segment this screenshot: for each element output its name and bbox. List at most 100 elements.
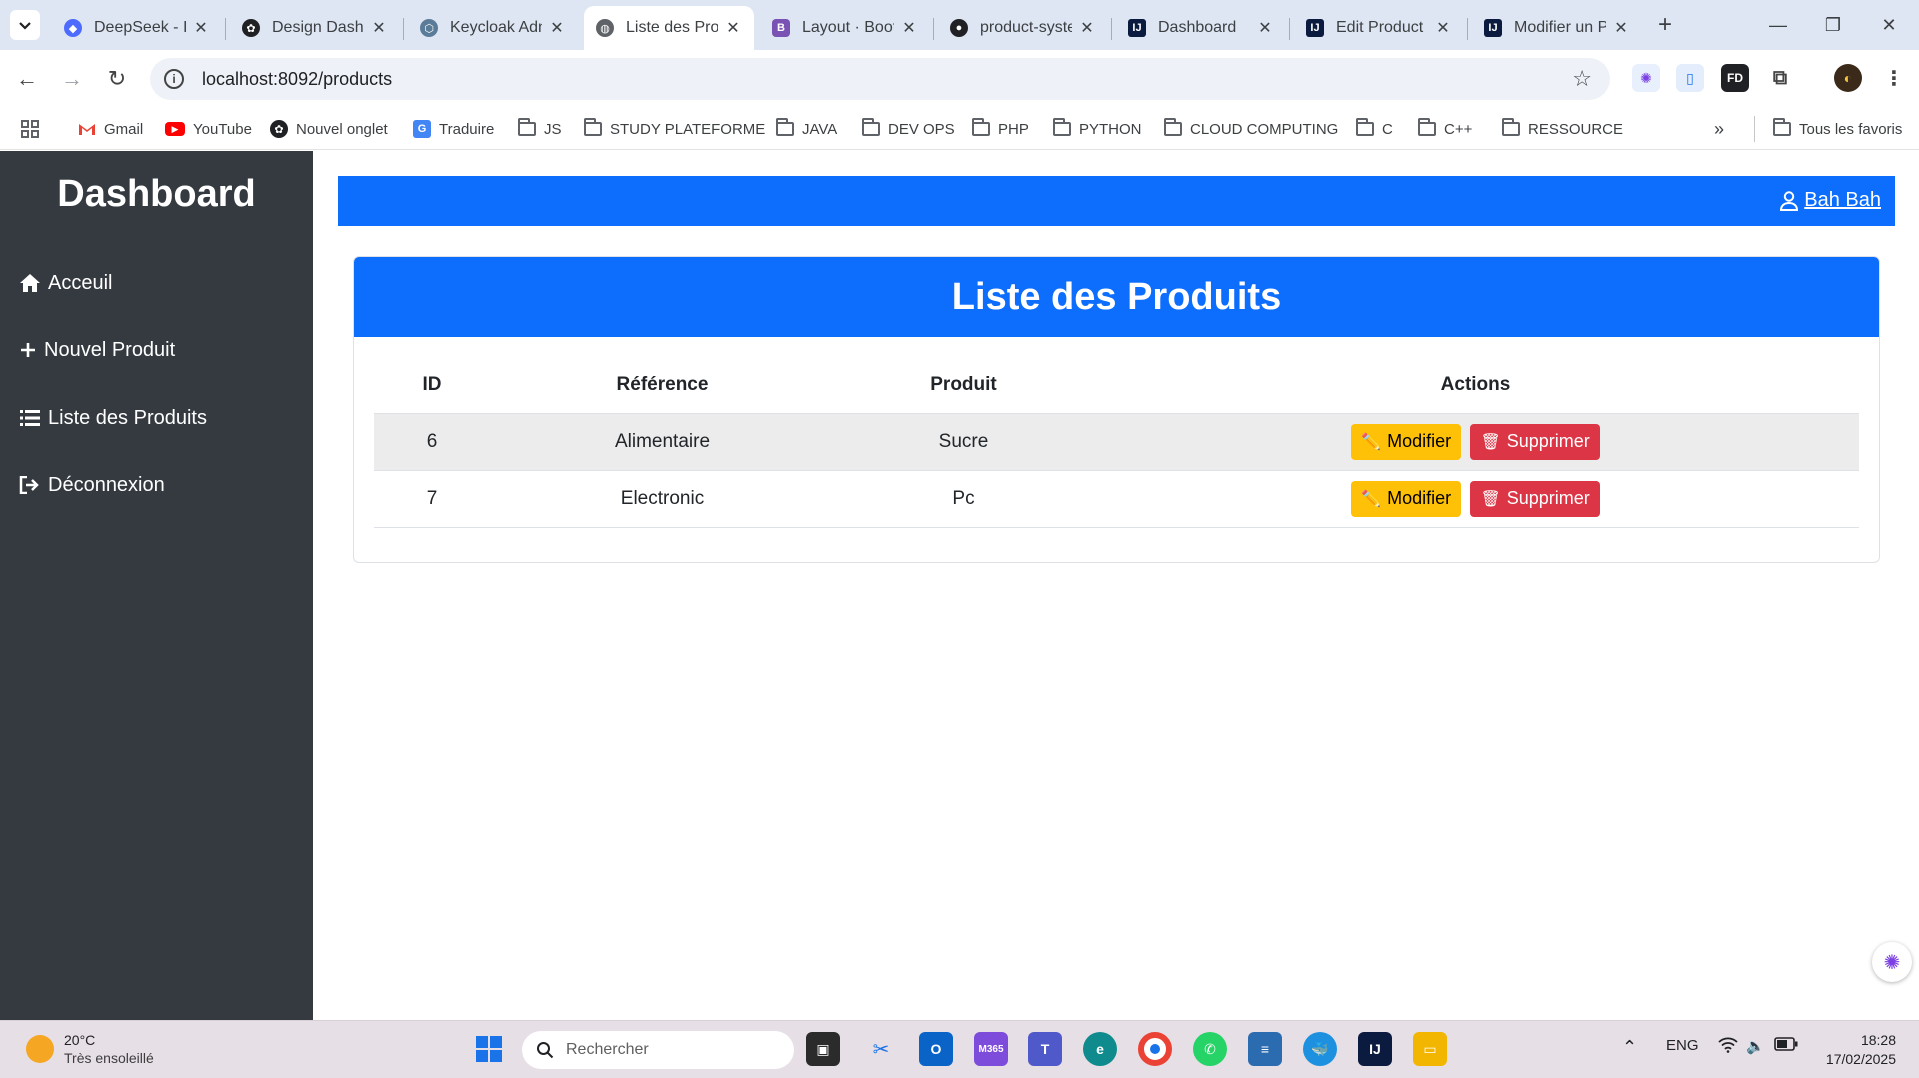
- profile-avatar-icon[interactable]: ◐: [1834, 64, 1862, 92]
- youtube-icon: ▶: [165, 122, 185, 136]
- top-navbar: Bah Bah: [338, 176, 1895, 226]
- notepad-icon[interactable]: ≡: [1248, 1032, 1282, 1066]
- bookmark-folder-devops[interactable]: DEV OPS: [862, 116, 955, 142]
- apps-grid-icon: [21, 120, 39, 138]
- user-icon: [1780, 190, 1799, 211]
- windows-taskbar: 20°C Très ensoleillé Rechercher ▣ ✂ O M3…: [0, 1020, 1919, 1078]
- floating-assistant-button[interactable]: ✺: [1872, 942, 1912, 982]
- bookmark-gmail[interactable]: Gmail: [78, 116, 143, 142]
- chrome-icon[interactable]: [1138, 1032, 1172, 1066]
- close-icon[interactable]: ✕: [1434, 18, 1452, 38]
- wifi-icon[interactable]: [1718, 1037, 1738, 1057]
- intellij-icon[interactable]: IJ: [1358, 1032, 1392, 1066]
- extension-copy-icon[interactable]: ▯: [1676, 64, 1704, 92]
- minimize-button[interactable]: —: [1758, 10, 1798, 40]
- forward-button[interactable]: →: [55, 62, 89, 96]
- reload-button[interactable]: ↻: [100, 62, 134, 96]
- bookmark-label: C: [1382, 120, 1393, 138]
- gmail-icon: [78, 120, 96, 138]
- weather-widget[interactable]: 20°C Très ensoleillé: [26, 1031, 154, 1067]
- delete-button[interactable]: 🗑 Supprimer: [1470, 480, 1600, 517]
- outlook-icon[interactable]: O: [919, 1032, 953, 1066]
- close-icon[interactable]: ✕: [1612, 18, 1630, 38]
- apps-button[interactable]: [20, 116, 40, 142]
- bookmark-folder-study[interactable]: STUDY PLATEFORME: [584, 116, 765, 142]
- close-window-button[interactable]: ✕: [1869, 10, 1909, 40]
- file-explorer-icon[interactable]: ▭: [1413, 1032, 1447, 1066]
- tab-search-button[interactable]: [10, 10, 40, 40]
- sidebar-item-acceuil[interactable]: Acceuil: [18, 263, 112, 303]
- microsoft-365-icon[interactable]: M365: [974, 1032, 1008, 1066]
- bookmark-folder-php[interactable]: PHP: [972, 116, 1029, 142]
- edit-button[interactable]: ✏️ Modifier: [1351, 423, 1462, 460]
- tab-dashboard[interactable]: IJ Dashboard ✕: [1116, 6, 1286, 50]
- arrow-right-icon: →: [61, 66, 83, 91]
- close-icon[interactable]: ✕: [1256, 18, 1274, 38]
- bookmark-folder-python[interactable]: PYTHON: [1053, 116, 1142, 142]
- tab-design-dashboard[interactable]: ✿ Design Dashb ✕: [230, 6, 400, 50]
- tab-title: Layout · Boot: [802, 19, 894, 36]
- pencil-icon: ✏️: [1361, 490, 1382, 508]
- bookmark-folder-cloud[interactable]: CLOUD COMPUTING: [1164, 116, 1338, 142]
- teams-icon[interactable]: T: [1028, 1032, 1062, 1066]
- folder-icon: [972, 118, 990, 138]
- bookmark-traduire[interactable]: G Traduire: [413, 116, 494, 142]
- tab-keycloak[interactable]: ⬡ Keycloak Adn ✕: [408, 6, 578, 50]
- close-icon[interactable]: ✕: [370, 18, 388, 38]
- restore-button[interactable]: ❐: [1813, 10, 1853, 40]
- taskbar-search[interactable]: Rechercher: [522, 1031, 794, 1069]
- bookmark-folder-cpp[interactable]: C++: [1418, 116, 1472, 142]
- address-bar[interactable]: i localhost:8092/products ☆: [150, 58, 1610, 100]
- extension-fd-icon[interactable]: FD: [1721, 64, 1749, 92]
- bookmark-star-icon[interactable]: ☆: [1572, 66, 1592, 92]
- back-button[interactable]: ←: [10, 62, 44, 96]
- delete-button[interactable]: 🗑 Supprimer: [1470, 423, 1600, 460]
- tab-edit-product[interactable]: IJ Edit Product ✕: [1294, 6, 1464, 50]
- tab-modifier-produit[interactable]: IJ Modifier un P ✕: [1472, 6, 1642, 50]
- new-tab-button[interactable]: +: [1650, 10, 1680, 40]
- language-indicator[interactable]: ENG: [1666, 1037, 1699, 1054]
- more-bookmarks-button[interactable]: »: [1714, 116, 1724, 142]
- tray-chevron-up-icon[interactable]: ⌃: [1622, 1037, 1637, 1058]
- extensions-puzzle-icon[interactable]: ⧉: [1766, 64, 1794, 92]
- battery-icon[interactable]: [1774, 1037, 1798, 1055]
- bookmark-folder-js[interactable]: JS: [518, 116, 562, 142]
- task-view-icon[interactable]: ▣: [806, 1032, 840, 1066]
- folder-icon: [1502, 118, 1520, 138]
- bookmark-folder-java[interactable]: JAVA: [776, 116, 837, 142]
- site-info-icon[interactable]: i: [164, 69, 184, 89]
- close-icon[interactable]: ✕: [192, 18, 210, 38]
- extension-brain-icon[interactable]: ✺: [1632, 64, 1660, 92]
- close-icon[interactable]: ✕: [1078, 18, 1096, 38]
- bookmark-label: RESSOURCE: [1528, 120, 1624, 138]
- volume-icon[interactable]: 🔈: [1746, 1037, 1765, 1055]
- docker-icon[interactable]: 🐳: [1303, 1032, 1337, 1066]
- bookmark-folder-ressource[interactable]: RESSOURCE: [1502, 116, 1623, 142]
- snipping-tool-icon[interactable]: ✂: [864, 1032, 898, 1066]
- whatsapp-icon[interactable]: ✆: [1193, 1032, 1227, 1066]
- tab-github[interactable]: ● product-syste ✕: [938, 6, 1108, 50]
- close-icon[interactable]: ✕: [548, 18, 566, 38]
- start-button[interactable]: [472, 1032, 506, 1066]
- bookmark-nouvel-onglet[interactable]: ✿ Nouvel onglet: [270, 116, 388, 142]
- cell-produit: Pc: [835, 470, 1092, 528]
- bookmark-folder-c[interactable]: C: [1356, 116, 1393, 142]
- user-profile-link[interactable]: Bah Bah: [1780, 189, 1881, 212]
- close-icon[interactable]: ✕: [900, 18, 918, 38]
- tab-bootstrap-layout[interactable]: B Layout · Boot ✕: [760, 6, 930, 50]
- tab-deepseek[interactable]: ◆ DeepSeek - Ir ✕: [52, 6, 222, 50]
- sidebar-item-deconnexion[interactable]: Déconnexion: [18, 465, 165, 505]
- edge-icon[interactable]: e: [1083, 1032, 1117, 1066]
- close-icon[interactable]: ✕: [724, 18, 742, 38]
- plus-icon: [18, 342, 38, 358]
- sidebar-item-liste-des-produits[interactable]: Liste des Produits: [18, 398, 207, 438]
- all-bookmarks-folder[interactable]: Tous les favoris: [1754, 116, 1902, 142]
- bookmark-youtube[interactable]: ▶ YouTube: [165, 116, 252, 142]
- sidebar-item-nouvel-produit[interactable]: Nouvel Produit: [18, 330, 175, 370]
- system-clock[interactable]: 18:28 17/02/2025: [1810, 1031, 1896, 1069]
- tab-divider: [1467, 18, 1468, 40]
- edit-button[interactable]: ✏️ Modifier: [1351, 480, 1462, 517]
- weather-condition: Très ensoleillé: [64, 1050, 154, 1066]
- tab-liste-des-produits[interactable]: ◍ Liste des Proc ✕: [584, 6, 754, 50]
- menu-kebab-icon[interactable]: ⋮: [1880, 64, 1908, 92]
